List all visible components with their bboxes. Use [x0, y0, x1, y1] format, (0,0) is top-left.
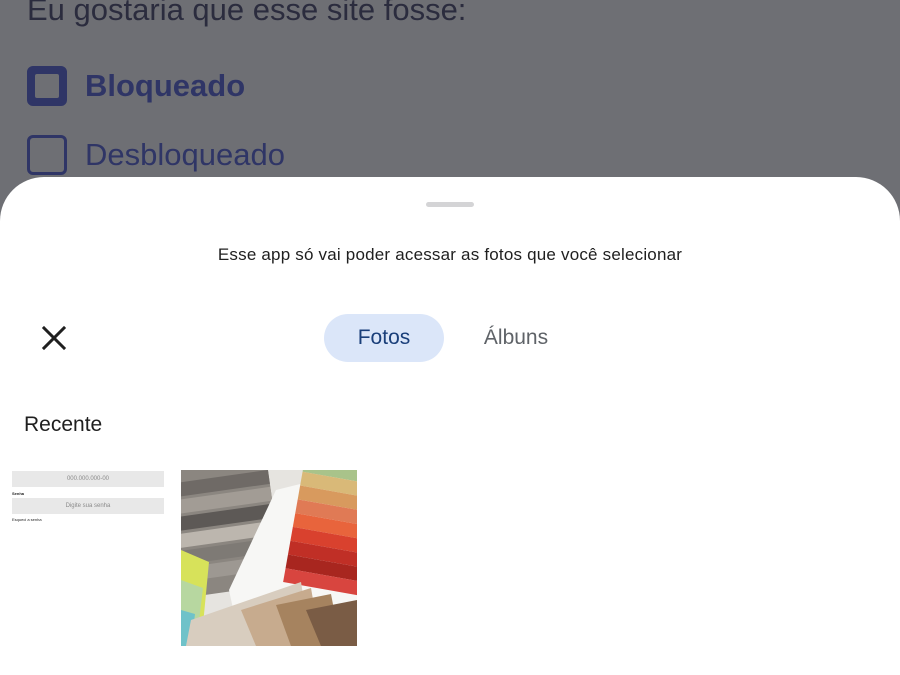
option-bloqueado-label: Bloqueado: [85, 68, 246, 103]
close-button[interactable]: [36, 320, 72, 356]
option-bloqueado: Bloqueado: [27, 63, 245, 109]
background-title: Eu gostaria que esse site fosse:: [27, 0, 467, 27]
tab-fotos[interactable]: Fotos: [324, 314, 444, 362]
fabric-swatches-image: [181, 470, 357, 646]
photo-thumbnail-screenshot[interactable]: 000.000.000-00 Senha Digite sua senha Es…: [0, 470, 176, 646]
photo-thumbnail-fabric-swatches[interactable]: [181, 470, 357, 646]
tab-albuns[interactable]: Álbuns: [456, 314, 576, 362]
option-desbloqueado-label: Desbloqueado: [85, 137, 285, 172]
background-page: Eu gostaria que esse site fosse: Bloquea…: [0, 0, 900, 200]
picker-subtitle: Esse app só vai poder acessar as fotos q…: [217, 245, 683, 264]
thumb-field-cpf: 000.000.000-00: [12, 471, 164, 487]
thumb-label-senha: Senha: [12, 491, 25, 496]
checkbox-checked-icon: [27, 66, 67, 106]
thumb-label-esqueci: Esqueci a senha: [12, 517, 42, 522]
photo-picker-sheet: Esse app só vai poder acessar as fotos q…: [0, 177, 900, 675]
option-desbloqueado: Desbloqueado: [27, 132, 285, 178]
checkbox-empty-icon: [27, 135, 67, 175]
section-title-recente: Recente: [24, 413, 103, 436]
thumb-field-senha: Digite sua senha: [12, 498, 164, 514]
drag-handle[interactable]: [426, 202, 474, 207]
close-icon: [41, 325, 67, 351]
